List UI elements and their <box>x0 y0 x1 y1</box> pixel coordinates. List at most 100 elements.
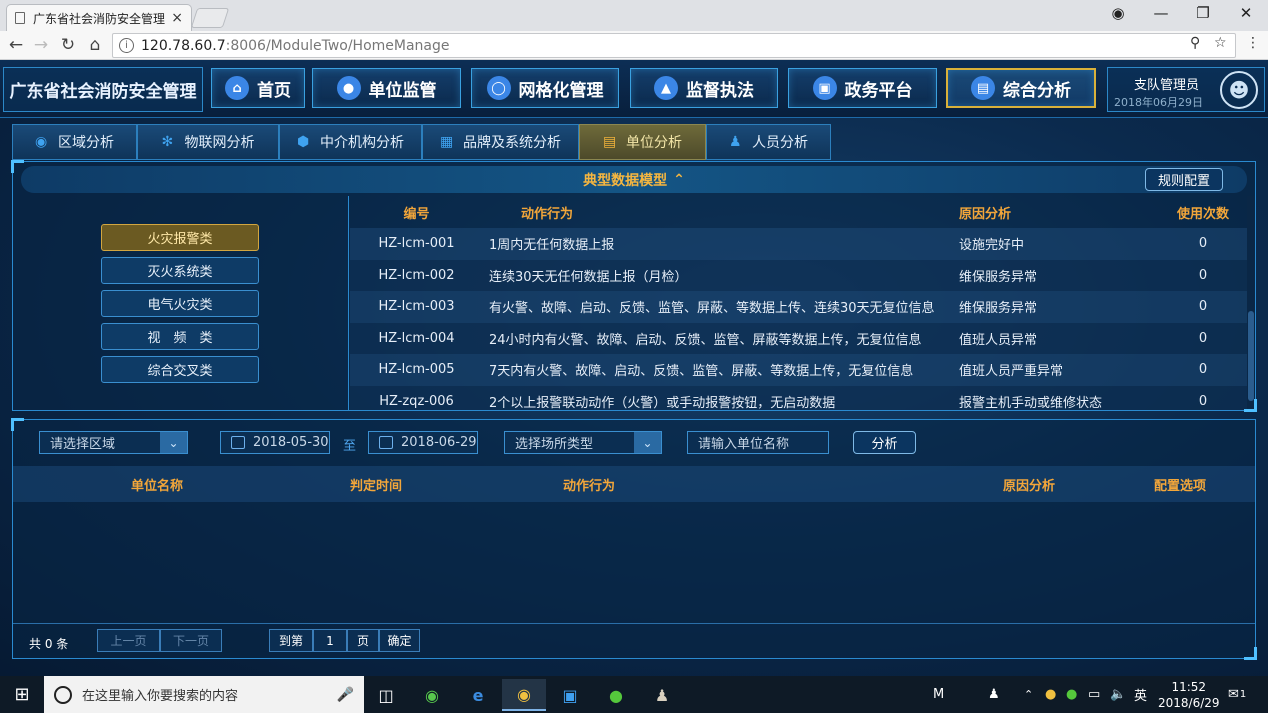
site-info-icon[interactable]: i <box>119 38 134 53</box>
show-hidden-icons-icon[interactable]: ⌃ <box>1024 676 1033 713</box>
scrollbar-thumb[interactable] <box>1248 311 1254 401</box>
battery-icon[interactable]: ▭ <box>1088 676 1100 713</box>
chevron-down-icon[interactable]: ⌄ <box>160 432 187 453</box>
table-row[interactable]: HZ-zqz-006 2个以上报警联动动作（火警）或手动报警按钮，无启动数据 报… <box>350 385 1247 410</box>
clock[interactable]: 11:52 2018/6/29 <box>1158 676 1220 713</box>
table-row[interactable]: HZ-lcm-002 连续30天无任何数据上报（月检） 维保服务异常 0 <box>350 259 1247 291</box>
home-icon: ⌂ <box>225 76 249 100</box>
nav-home[interactable]: ⌂ 首页 <box>211 68 305 108</box>
tab-close-icon[interactable]: × <box>171 10 183 26</box>
windows-taskbar: ⊞ 在这里输入你要搜索的内容 🎤 ◫ ◉ e ◉ ▣ ● ♟ M ♟ ⌃ ● ●… <box>0 676 1268 713</box>
table-row[interactable]: HZ-lcm-003 有火警、故障、启动、反馈、监管、屏蔽、等数据上传、连续30… <box>350 291 1247 323</box>
unit-name-input[interactable]: 请输入单位名称 <box>687 431 829 454</box>
bookmark-star-icon[interactable]: ☆ <box>1214 35 1227 51</box>
page-unit-label: 页 <box>347 629 379 652</box>
close-window-button[interactable]: ✕ <box>1226 0 1266 26</box>
prev-page-button[interactable]: 上一页 <box>97 629 160 652</box>
nav-law-enforcement[interactable]: ▲ 监督执法 <box>630 68 778 108</box>
ime-m-indicator[interactable]: M <box>933 676 944 713</box>
cell-id: HZ-lcm-002 <box>378 267 455 283</box>
category-fire-alarm[interactable]: 火灾报警类 <box>101 224 259 251</box>
analyze-button[interactable]: 分析 <box>853 431 916 454</box>
venue-type-select-text: 选择场所类型 <box>515 437 594 452</box>
rule-config-button[interactable]: 规则配置 <box>1145 168 1223 191</box>
panel-header[interactable]: 典型数据模型 ⌃ <box>21 166 1247 193</box>
subtab-unit-analysis[interactable]: ▤ 单位分析 <box>579 124 706 160</box>
cell-action: 2个以上报警联动动作（火警）或手动报警按钮，无启动数据 <box>489 395 836 410</box>
data-model-panel: 典型数据模型 ⌃ 规则配置 火灾报警类 灭火系统类 电气火灾类 视 频 类 综合… <box>11 160 1257 412</box>
category-comprehensive-cross[interactable]: 综合交叉类 <box>101 356 259 383</box>
minimize-button[interactable]: — <box>1141 0 1181 26</box>
user-avatar-icon[interactable]: ☻ <box>1220 71 1258 109</box>
subtab-personnel-analysis[interactable]: ♟ 人员分析 <box>706 124 831 160</box>
category-electrical-fire[interactable]: 电气火灾类 <box>101 290 259 317</box>
subtab-label: 人员分析 <box>752 135 808 151</box>
region-select[interactable]: 请选择区域 ⌄ <box>39 431 188 454</box>
user-box[interactable]: 支队管理员 2018年06月29日 ☻ <box>1107 67 1265 112</box>
nav-government-platform[interactable]: ▣ 政务平台 <box>788 68 937 108</box>
microphone-icon[interactable]: 🎤 <box>337 687 354 703</box>
key-icon[interactable]: ⚲ <box>1190 35 1200 51</box>
category-video[interactable]: 视 频 类 <box>101 323 259 350</box>
notification-center-icon[interactable]: ✉ 1 <box>1228 676 1246 713</box>
subtab-iot-analysis[interactable]: ✻ 物联网分析 <box>137 124 279 160</box>
collapse-chevron-icon[interactable]: ⌃ <box>673 172 685 188</box>
menu-dots-icon[interactable]: ⋮ <box>1246 35 1260 51</box>
date-to-field[interactable]: 2018-06-29 <box>368 431 478 454</box>
app-360-icon[interactable]: ◉ <box>410 679 454 711</box>
chevron-down-icon[interactable]: ⌄ <box>634 432 661 453</box>
cell-reason: 值班人员异常 <box>959 332 1038 348</box>
app-figure-icon[interactable]: ♟ <box>640 679 684 711</box>
windows-start-icon[interactable]: ⊞ <box>0 676 44 713</box>
category-extinguishing-system[interactable]: 灭火系统类 <box>101 257 259 284</box>
cell-id: HZ-lcm-001 <box>378 236 455 252</box>
nav-comprehensive-analysis[interactable]: ▤ 综合分析 <box>946 68 1096 108</box>
back-icon[interactable]: ← <box>5 34 27 56</box>
date-from-field[interactable]: 2018-05-30 <box>220 431 330 454</box>
tab-title: 广东省社会消防安全管理 <box>33 11 166 26</box>
table-row[interactable]: HZ-lcm-001 1周内无任何数据上报 设施完好中 0 <box>350 228 1247 260</box>
venue-type-select[interactable]: 选择场所类型 ⌄ <box>504 431 662 454</box>
table-row[interactable]: HZ-lcm-004 24小时内有火警、故障、启动、反馈、监管、屏蔽等数据上传，… <box>350 322 1247 354</box>
cell-reason: 设施完好中 <box>959 238 1025 254</box>
region-select-text: 请选择区域 <box>50 437 116 452</box>
col-action: 动作行为 <box>521 206 574 222</box>
restore-button[interactable]: ❐ <box>1183 0 1223 26</box>
task-view-icon[interactable]: ◫ <box>364 679 408 711</box>
subtab-region-analysis[interactable]: ◉ 区域分析 <box>12 124 137 160</box>
subtab-brand-system-analysis[interactable]: ▦ 品牌及系统分析 <box>422 124 579 160</box>
wechat-icon[interactable]: ● <box>594 679 638 711</box>
nav-home-label: 首页 <box>257 80 291 101</box>
nav-law-enforcement-label: 监督执法 <box>686 80 754 101</box>
user-date: 2018年06月29日 <box>1114 96 1203 109</box>
input-language[interactable]: 英 <box>1134 676 1147 713</box>
nav-grid-management[interactable]: ◯ 网格化管理 <box>471 68 619 108</box>
taskbar-search-placeholder: 在这里输入你要搜索的内容 <box>82 689 239 704</box>
tray-wechat-icon[interactable]: ● <box>1066 676 1077 713</box>
subtab-agency-analysis[interactable]: ⬢ 中介机构分析 <box>279 124 422 160</box>
next-page-button[interactable]: 下一页 <box>160 629 222 652</box>
tray-app-icon[interactable]: ● <box>1045 676 1056 713</box>
goto-confirm-button[interactable]: 确定 <box>379 629 420 652</box>
wps-icon[interactable]: ▣ <box>548 679 592 711</box>
table-scrollbar[interactable] <box>1247 196 1255 410</box>
people-tray-icon[interactable]: ♟ <box>988 676 1000 713</box>
reload-icon[interactable]: ↻ <box>57 34 79 56</box>
cell-count: 0 <box>1198 330 1208 346</box>
browser-tabstrip: 广东省社会消防安全管理 × ◉ — ❐ ✕ <box>0 0 1268 31</box>
edge-browser-icon[interactable]: e <box>456 679 500 711</box>
home-browser-icon[interactable]: ⌂ <box>84 34 106 56</box>
taskbar-search[interactable]: 在这里输入你要搜索的内容 🎤 <box>44 676 364 713</box>
browser-tab[interactable]: 广东省社会消防安全管理 × <box>6 4 192 31</box>
forward-icon[interactable]: → <box>30 34 52 56</box>
page-number-input[interactable]: 1 <box>313 629 347 652</box>
account-icon[interactable]: ◉ <box>1098 0 1138 26</box>
address-bar[interactable]: i 120.78.60.7:8006/ModuleTwo/HomeManage <box>112 33 1236 58</box>
nav-unit-supervision[interactable]: ● 单位监管 <box>312 68 461 108</box>
cell-count: 0 <box>1198 299 1208 315</box>
volume-icon[interactable]: 🔈 <box>1110 676 1126 713</box>
nav-unit-supervision-label: 单位监管 <box>368 80 437 101</box>
new-tab-button[interactable] <box>190 8 230 28</box>
chrome-icon[interactable]: ◉ <box>502 679 546 711</box>
table-row[interactable]: HZ-lcm-005 7天内有火警、故障、启动、反馈、监管、屏蔽、等数据上传，无… <box>350 354 1247 386</box>
